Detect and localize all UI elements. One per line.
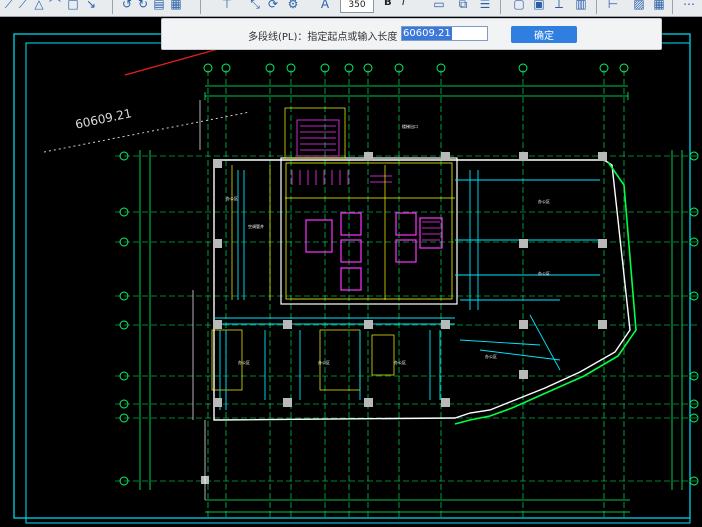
table-icon[interactable]: ▦ — [652, 0, 666, 11]
bold-button[interactable]: B — [384, 0, 392, 8]
picture-icon[interactable]: ▨ — [632, 0, 646, 11]
left-dimension-lines — [139, 150, 151, 490]
measure-icon[interactable]: ⊤ — [220, 0, 234, 11]
length-input[interactable]: 60609.21 — [401, 26, 488, 41]
svg-text:楼梯出口: 楼梯出口 — [402, 123, 418, 129]
svg-text:办公区: 办公区 — [538, 270, 550, 276]
toolbar-separator — [596, 0, 597, 14]
command-input-panel: 多段线(PL)：指定起点或输入长度 60609.21 确定 — [161, 18, 662, 50]
axis-bubbles-right — [689, 151, 699, 486]
move-icon[interactable]: ⤡ — [248, 0, 262, 11]
right-dimension-lines — [671, 150, 683, 490]
svg-text:办公区: 办公区 — [538, 198, 550, 204]
toilet-fixtures — [291, 170, 440, 241]
more-tools-icon[interactable]: ⋯ — [682, 0, 696, 11]
layer-icon[interactable]: ▭ — [432, 0, 446, 11]
toolbar-separator — [672, 0, 673, 14]
svg-text:空调管井: 空调管井 — [248, 223, 264, 229]
italic-button[interactable]: I — [402, 0, 405, 8]
mirror-icon[interactable]: ⟂ — [552, 0, 566, 11]
vertical-axis-lines — [207, 70, 625, 520]
zoom-select[interactable]: 350 — [340, 0, 374, 13]
image-icon[interactable]: ▦ — [169, 0, 183, 11]
cad-drawing-canvas[interactable]: 办公区空调管井 办公区办公区 办公区 办公区 办公区办公区 楼梯出口 — [0, 0, 702, 527]
align-icon[interactable]: ☰ — [478, 0, 492, 11]
core-outline — [280, 157, 458, 305]
block-icon[interactable]: ▣ — [532, 0, 546, 11]
pointer-tool-icon[interactable]: ↘ — [84, 0, 98, 11]
redo-icon[interactable]: ↻ — [136, 0, 150, 11]
length-input-value[interactable]: 60609.21 — [402, 27, 452, 40]
svg-text:办公区: 办公区 — [394, 359, 406, 365]
toolbar-separator — [112, 0, 113, 14]
copy-icon[interactable]: ⧉ — [456, 0, 470, 11]
frame-icon[interactable]: ▢ — [512, 0, 526, 11]
core-partition — [285, 162, 453, 300]
hvac-ducts — [214, 170, 600, 410]
settings-icon[interactable]: ⚙ — [286, 0, 300, 11]
outer-frame — [13, 33, 691, 519]
svg-text:办公区: 办公区 — [226, 195, 238, 201]
svg-text:办公区: 办公区 — [485, 353, 497, 359]
stair-partition — [284, 107, 346, 159]
arc-tool-icon[interactable]: ⌒ — [48, 0, 62, 12]
top-stair — [296, 119, 340, 157]
array-icon[interactable]: ▥ — [574, 0, 588, 11]
rotate-icon[interactable]: ⟳ — [266, 0, 280, 11]
svg-text:办公区: 办公区 — [318, 359, 330, 365]
axis-bubbles-top — [203, 63, 629, 73]
toolbar-separator — [500, 0, 501, 14]
line-tool-icon[interactable]: ⟋ — [2, 0, 16, 11]
left-wing-lines — [192, 100, 206, 500]
axis-bubbles-left — [119, 151, 129, 486]
rectangle-tool-icon[interactable]: □ — [66, 0, 80, 11]
command-prompt: 多段线(PL)：指定起点或输入长度 — [248, 32, 398, 43]
svg-text:办公区: 办公区 — [238, 359, 250, 365]
elevator-shafts — [305, 212, 443, 291]
save-icon[interactable]: ▤ — [152, 0, 166, 11]
triangle-tool-icon[interactable]: △ — [32, 0, 46, 11]
dimension-icon[interactable]: ⊢ — [606, 0, 620, 11]
building-outline — [213, 159, 631, 421]
top-dimension-lines — [204, 85, 629, 100]
toolbar: ⟋ ⟋ △ ⌒ □ ↘ ↺ ↻ ▤ ▦ ⊤ ⤡ ⟳ ⚙ A 350 B I ▭ … — [0, 0, 702, 17]
interior-partitions — [211, 165, 455, 391]
toolbar-separator — [200, 0, 201, 14]
polyline-tool-icon[interactable]: ⟋ — [16, 0, 30, 11]
undo-icon[interactable]: ↺ — [120, 0, 134, 11]
horizontal-axis-lines — [115, 155, 700, 482]
confirm-button[interactable]: 确定 — [511, 26, 577, 43]
text-size-icon[interactable]: A — [318, 0, 332, 11]
bottom-dimension-lines — [205, 499, 630, 513]
